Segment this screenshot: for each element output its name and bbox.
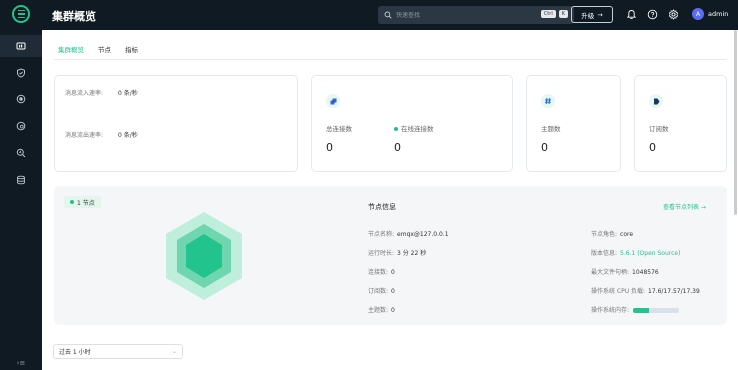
shortcut-hint: Ctrl K: [538, 10, 568, 18]
scrollbar[interactable]: [734, 30, 737, 215]
node-name-row: 节点名称: emqx@127.0.0.1: [368, 231, 449, 238]
node-panel: 1 节点 节点信息 查看节点列表 → 节点名称: emqx@127.0.0.1 运…: [54, 186, 727, 325]
expand-icon: ›≡: [16, 359, 26, 367]
sidebar-item-management[interactable]: [0, 115, 42, 137]
kbd-k: K: [558, 10, 568, 18]
sidebar: ›≡: [0, 0, 42, 370]
outbound-rate-label: 消息流出速率:: [65, 132, 104, 139]
upgrade-button[interactable]: 升级 →: [571, 6, 613, 23]
node-count-badge: 1 节点: [64, 196, 101, 208]
total-connections-value: 0: [326, 141, 333, 154]
bell-icon[interactable]: [626, 9, 637, 20]
avatar: A: [692, 8, 704, 20]
topics-label: 主题数: [541, 125, 561, 133]
subscription-icon: [649, 94, 663, 108]
shield-icon: [17, 68, 25, 78]
search-box[interactable]: Ctrl K: [378, 6, 574, 24]
sidebar-collapse-button[interactable]: ›≡: [0, 356, 42, 370]
kbd-ctrl: Ctrl: [540, 10, 556, 18]
node-hexagon-icon[interactable]: [164, 210, 244, 302]
subscriptions-label: 订阅数: [649, 125, 669, 133]
view-node-list-link[interactable]: 查看节点列表 →: [663, 202, 706, 211]
topics-value: 0: [541, 141, 548, 154]
node-subscriptions-row: 订阅数: 0: [368, 288, 395, 295]
topics-card: 主题数 0: [526, 75, 621, 172]
user-menu[interactable]: A admin: [692, 8, 728, 20]
arrow-right-icon: →: [597, 10, 603, 19]
tab-metrics[interactable]: 指标: [125, 44, 138, 60]
online-connections-value: 0: [394, 141, 401, 154]
node-dot-icon: [70, 200, 74, 204]
memory-progress-bar: [633, 308, 680, 313]
gear-icon[interactable]: [668, 9, 679, 20]
total-connections-label: 总连接数: [326, 125, 352, 133]
version-row: 版本信息: 5.6.1 (Open Source): [591, 250, 681, 257]
tab-bar: 集群概览 节点 指标: [58, 44, 152, 60]
tab-nodes[interactable]: 节点: [98, 44, 111, 60]
tab-cluster-overview[interactable]: 集群概览: [58, 44, 84, 60]
emqx-logo-icon[interactable]: [12, 5, 30, 23]
username: admin: [708, 10, 729, 18]
uptime-row: 运行时长: 3 分 22 秒: [368, 250, 427, 257]
connection-icon: [326, 94, 340, 108]
search-diagnose-icon: [16, 148, 26, 158]
node-topics-row: 主题数: 0: [368, 307, 395, 314]
outbound-rate-value: 0 条/秒: [118, 132, 138, 139]
sidebar-item-monitoring[interactable]: [0, 35, 42, 57]
sidebar-item-integration[interactable]: [0, 88, 42, 110]
gear-circle-icon: [16, 121, 26, 131]
upgrade-label: 升级: [581, 11, 595, 20]
page-title: 集群概览: [52, 10, 96, 23]
max-fd-row: 最大文件句柄: 1048576: [591, 269, 659, 276]
node-info-title: 节点信息: [368, 203, 396, 211]
main-content: 集群概览 节点 指标 消息流入速率: 0 条/秒 消息流出速率: 0 条/秒 总…: [42, 30, 738, 370]
time-range-value: 过去 1 小时: [59, 349, 91, 356]
tab-divider: [54, 59, 726, 60]
time-range-select[interactable]: 过去 1 小时 ⌄: [53, 344, 183, 359]
cpu-load-row: 操作系统 CPU 负载: 17.6/17.57/17.39: [591, 288, 700, 295]
online-connections-label: 在线连接数: [394, 123, 434, 133]
memory-progress-fill: [633, 308, 650, 313]
hash-icon: [541, 94, 555, 108]
sidebar-item-diagnose[interactable]: [0, 142, 42, 164]
node-connections-row: 连接数: 0: [368, 269, 395, 276]
chevron-down-icon: ⌄: [171, 348, 177, 355]
search-input[interactable]: [396, 11, 506, 19]
search-icon: [384, 11, 392, 19]
database-icon: [17, 175, 25, 185]
inbound-rate-value: 0 条/秒: [118, 90, 138, 97]
sidebar-item-system[interactable]: [0, 169, 42, 191]
subscriptions-card: 订阅数 0: [634, 75, 727, 172]
inbound-rate-label: 消息流入速率:: [65, 90, 104, 97]
dashboard-icon: [16, 42, 26, 50]
online-dot-icon: [394, 127, 398, 131]
circle-dot-icon: [16, 94, 26, 104]
help-icon[interactable]: [647, 9, 658, 20]
connections-card: 总连接数 0 在线连接数 0: [311, 75, 513, 172]
subscriptions-value: 0: [649, 141, 656, 154]
memory-row: 操作系统内存:: [591, 305, 680, 314]
top-header: 集群概览 Ctrl K 升级 → A admin: [42, 0, 738, 30]
message-rate-card: 消息流入速率: 0 条/秒 消息流出速率: 0 条/秒: [54, 75, 298, 172]
sidebar-item-access-control[interactable]: [0, 62, 42, 84]
node-role-row: 节点角色: core: [591, 231, 634, 238]
